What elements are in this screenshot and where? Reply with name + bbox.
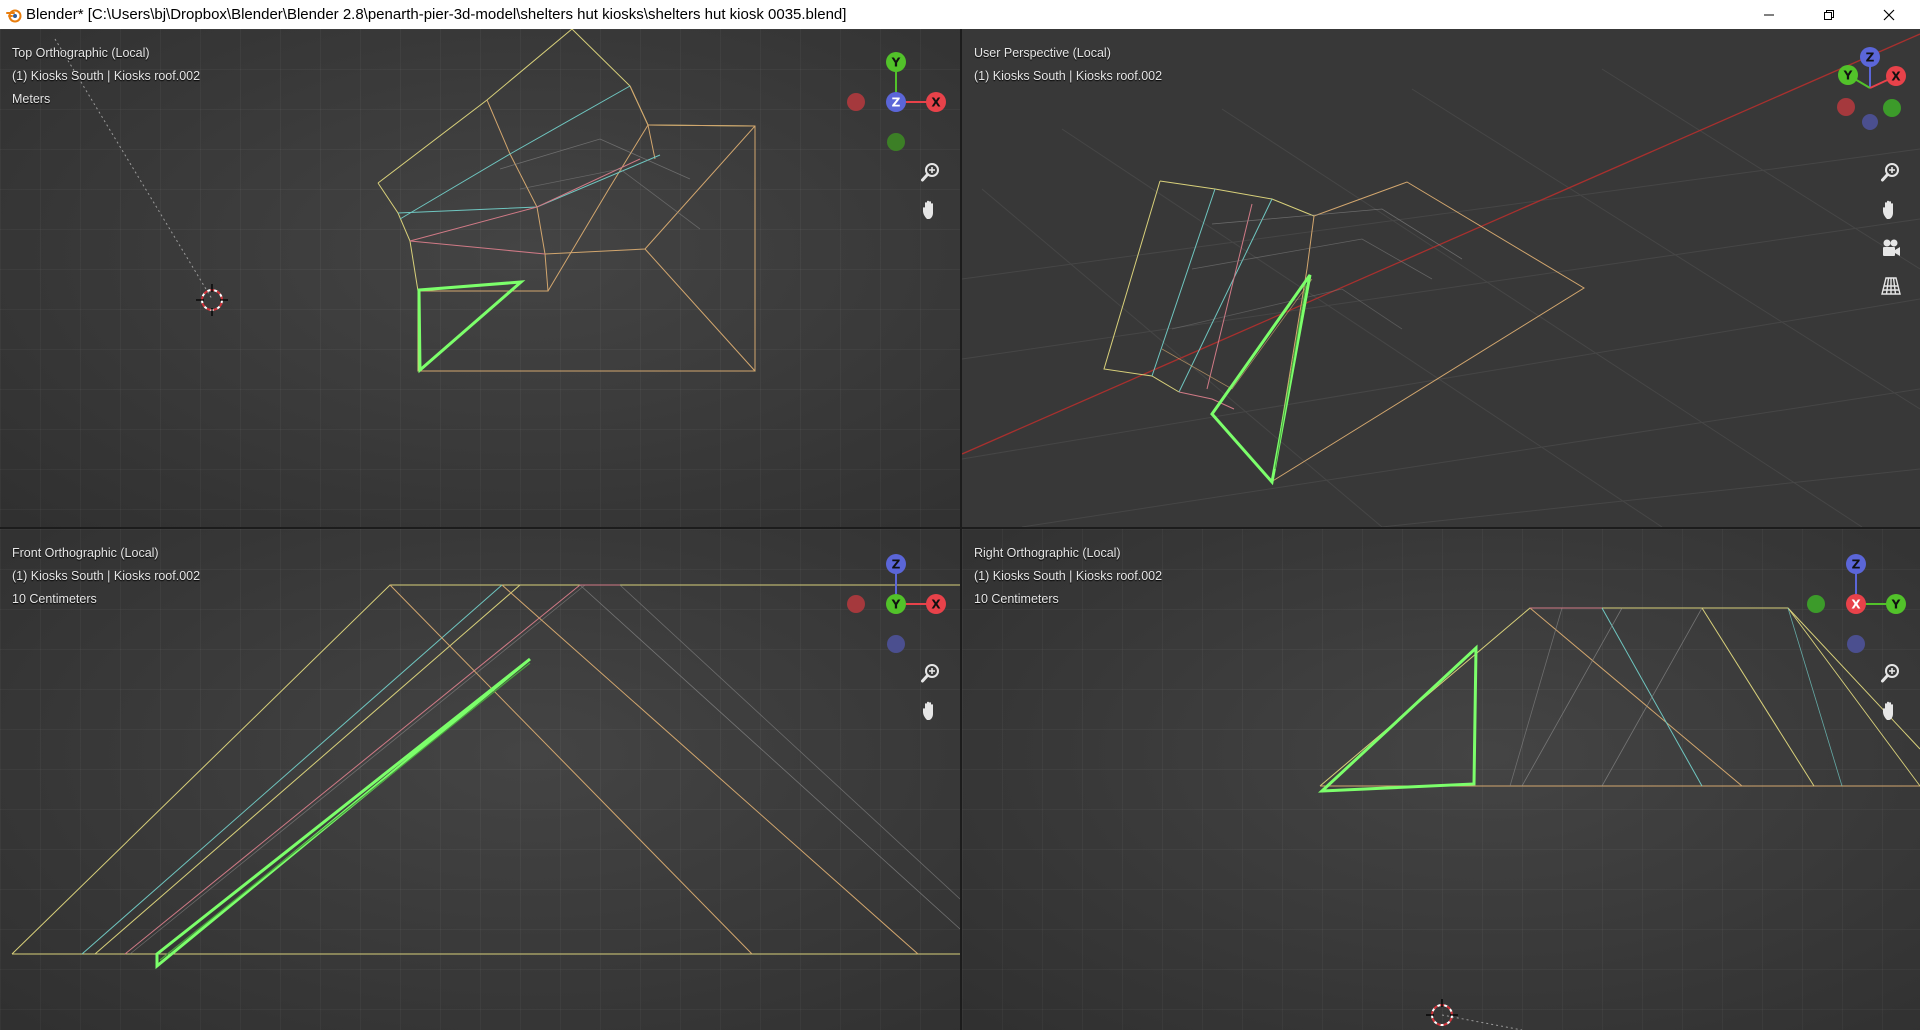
gizmo-axis-z[interactable]: Z <box>886 92 906 112</box>
perspective-toggle-button[interactable] <box>1878 273 1904 299</box>
window-title: Blender* [C:\Users\bj\Dropbox\Blender\Bl… <box>26 6 847 23</box>
gizmo-axis-x[interactable]: X <box>1886 66 1906 86</box>
wireframe-perspective <box>962 33 1920 527</box>
viewport-front-orthographic[interactable]: Front Orthographic (Local) (1) Kiosks So… <box>0 529 960 1030</box>
viewport-top-orthographic[interactable]: Top Orthographic (Local) (1) Kiosks Sout… <box>0 29 960 527</box>
pan-button[interactable] <box>1878 197 1904 223</box>
view-name: Top Orthographic (Local) <box>12 46 150 60</box>
svg-text:Z: Z <box>1852 558 1861 572</box>
svg-text:Z: Z <box>892 96 901 110</box>
svg-text:Y: Y <box>1891 598 1901 612</box>
gizmo-axis-z[interactable]: Z <box>1860 47 1880 67</box>
object-name: (1) Kiosks South | Kiosks roof.002 <box>12 69 201 83</box>
object-name: (1) Kiosks South | Kiosks roof.002 <box>974 569 1163 583</box>
viewport-user-perspective[interactable]: User Perspective (Local) (1) Kiosks Sout… <box>962 29 1920 527</box>
zoom-button[interactable] <box>1878 660 1904 686</box>
3d-cursor-icon[interactable] <box>196 284 228 316</box>
zoom-icon <box>1881 163 1899 182</box>
gizmo-axis-x[interactable]: X <box>926 594 946 614</box>
zoom-icon <box>921 664 939 683</box>
navigation-gizmo[interactable]: Z X Y <box>840 542 952 654</box>
gizmo-axis-y[interactable]: Y <box>886 594 906 614</box>
gizmo-axis-x[interactable]: X <box>926 92 946 112</box>
svg-text:X: X <box>931 598 941 612</box>
svg-text:Z: Z <box>1866 51 1875 65</box>
zoom-icon <box>921 163 939 182</box>
zoom-icon <box>1881 664 1899 683</box>
window-titlebar: Blender* [C:\Users\bj\Dropbox\Blender\Bl… <box>0 0 1920 29</box>
viewport-splitter-vertical[interactable] <box>960 29 962 1030</box>
camera-view-button[interactable] <box>1878 235 1904 261</box>
object-name: (1) Kiosks South | Kiosks roof.002 <box>12 569 201 583</box>
gizmo-axis-x[interactable]: X <box>1846 594 1866 614</box>
grid-scale: 10 Centimeters <box>12 592 97 606</box>
gizmo-axis-y[interactable]: Y <box>886 52 906 72</box>
grid-scale: 10 Centimeters <box>974 592 1059 606</box>
grid-perspective-icon <box>1881 277 1901 295</box>
pan-hand-icon <box>1883 701 1893 720</box>
pan-button[interactable] <box>1878 698 1904 724</box>
zoom-button[interactable] <box>918 159 944 185</box>
viewport-info-overlay: Right Orthographic (Local) (1) Kiosks So… <box>974 542 1162 611</box>
blender-icon <box>6 9 22 23</box>
viewport-right-orthographic[interactable]: Right Orthographic (Local) (1) Kiosks So… <box>962 529 1920 1030</box>
zoom-button[interactable] <box>1878 159 1904 185</box>
camera-icon <box>1883 239 1900 256</box>
navigation-gizmo[interactable]: Z Y X <box>1822 40 1916 152</box>
view-name: Front Orthographic (Local) <box>12 546 159 560</box>
pan-hand-icon <box>923 701 933 720</box>
pan-button[interactable] <box>918 197 944 223</box>
pan-hand-icon <box>1883 200 1893 219</box>
viewport-splitter-horizontal[interactable] <box>0 527 1920 529</box>
object-name: (1) Kiosks South | Kiosks roof.002 <box>974 69 1163 83</box>
navigation-gizmo[interactable]: Y X Z <box>840 40 952 152</box>
svg-text:X: X <box>931 96 941 110</box>
viewport-info-overlay: Front Orthographic (Local) (1) Kiosks So… <box>12 542 200 611</box>
svg-text:X: X <box>1891 70 1901 84</box>
grid-scale: Meters <box>12 92 51 106</box>
viewport-info-overlay: Top Orthographic (Local) (1) Kiosks Sout… <box>12 42 200 111</box>
view-name: Right Orthographic (Local) <box>974 546 1121 560</box>
gizmo-axis-y[interactable]: Y <box>1886 594 1906 614</box>
pan-button[interactable] <box>918 698 944 724</box>
navigation-gizmo[interactable]: Z Y X <box>1800 542 1912 654</box>
viewport-info-overlay: User Perspective (Local) (1) Kiosks Sout… <box>974 42 1162 88</box>
3d-cursor-icon[interactable] <box>1426 999 1523 1030</box>
svg-text:Y: Y <box>1843 69 1853 83</box>
minimize-button[interactable] <box>1746 0 1792 29</box>
zoom-button[interactable] <box>918 660 944 686</box>
gizmo-axis-z[interactable]: Z <box>886 554 906 574</box>
svg-text:X: X <box>1851 598 1861 612</box>
minimize-icon <box>1764 14 1774 15</box>
view-name: User Perspective (Local) <box>974 46 1111 60</box>
svg-text:Z: Z <box>892 558 901 572</box>
close-button[interactable] <box>1866 0 1912 29</box>
close-icon <box>1883 9 1895 20</box>
svg-text:Y: Y <box>891 598 901 612</box>
gizmo-axis-y[interactable]: Y <box>1838 65 1858 85</box>
restore-button[interactable] <box>1806 0 1852 29</box>
gizmo-axis-z[interactable]: Z <box>1846 554 1866 574</box>
pan-hand-icon <box>923 200 933 219</box>
restore-icon <box>1824 9 1834 20</box>
svg-text:Y: Y <box>891 56 901 70</box>
